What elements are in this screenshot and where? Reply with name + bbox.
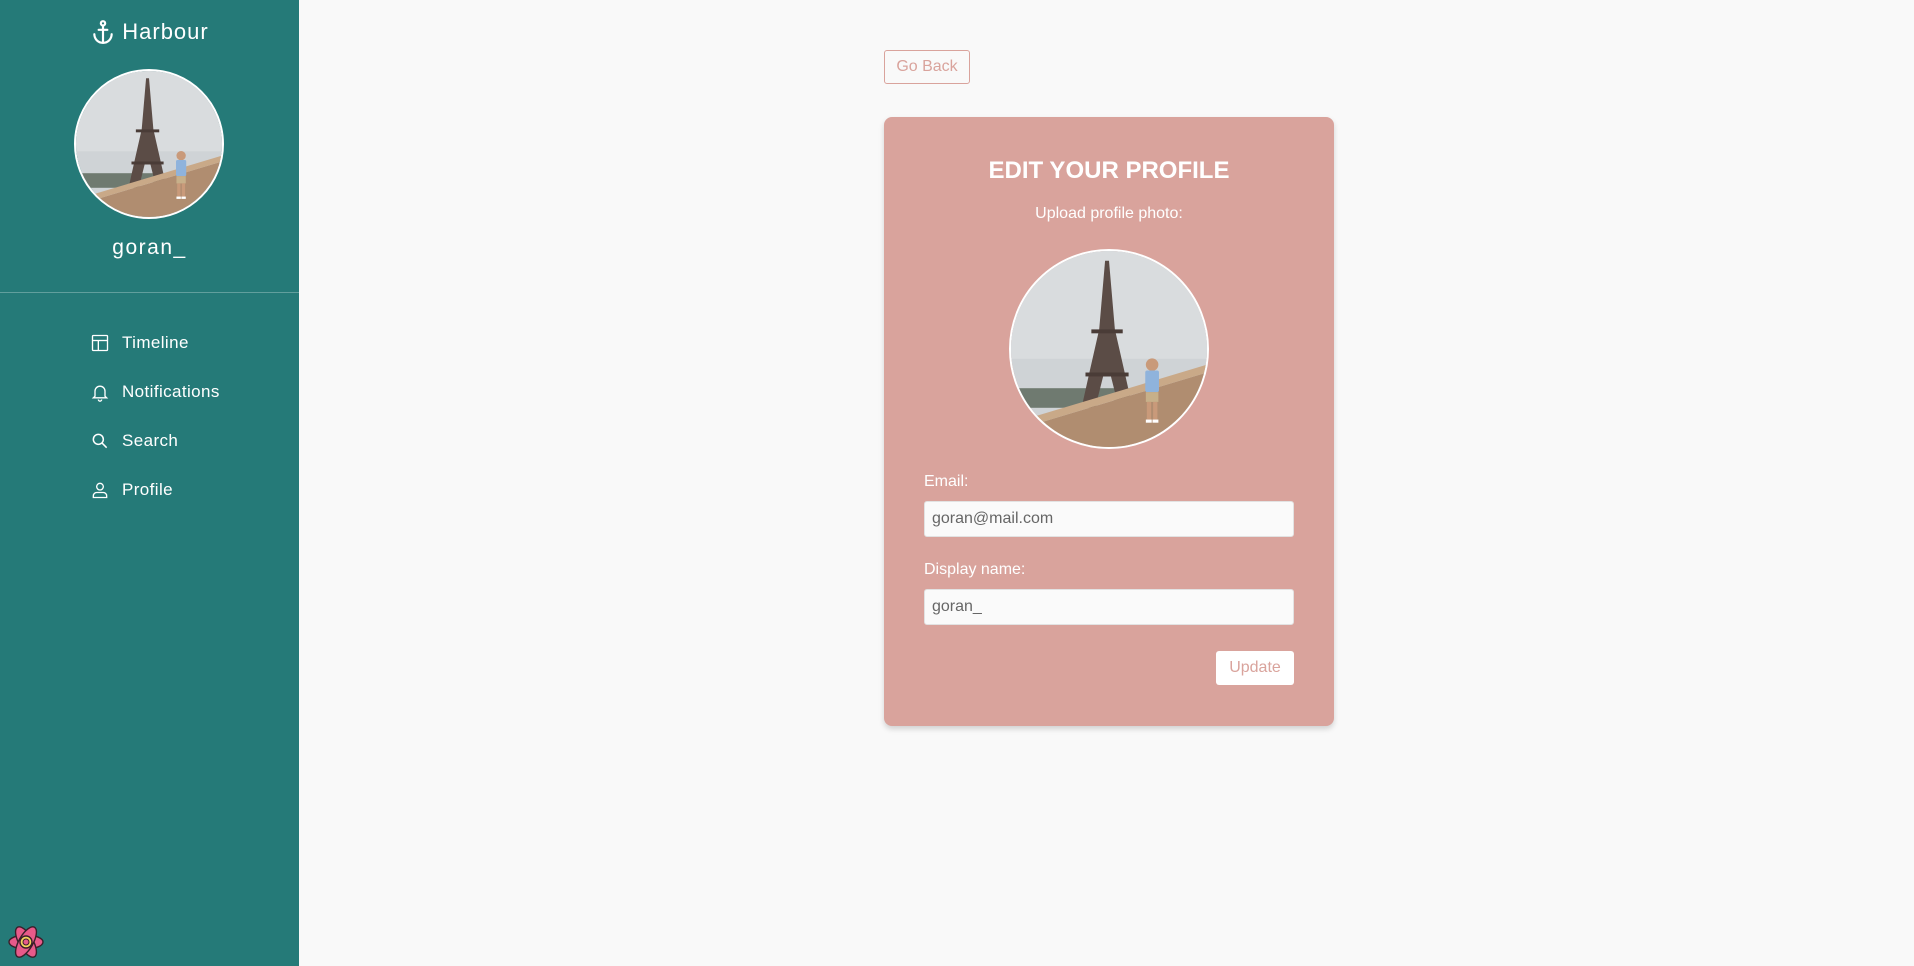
sidebar-divider <box>0 292 299 293</box>
anchor-icon <box>93 20 113 44</box>
display-name-label: Display name: <box>924 561 1026 578</box>
sidebar: Harbour goran_ Timeline Notifications Se… <box>0 0 299 966</box>
sidebar-avatar[interactable] <box>74 69 224 219</box>
sidebar-item-label: Search <box>122 430 179 450</box>
email-field[interactable] <box>924 501 1294 537</box>
layout-icon <box>91 334 109 351</box>
upload-photo-label: Upload profile photo: <box>1035 205 1183 222</box>
sidebar-item-label: Timeline <box>122 332 189 352</box>
main-content: Go Back EDIT YOUR PROFILE Upload profile… <box>299 0 1914 966</box>
app-name: Harbour <box>122 19 209 44</box>
sidebar-item-notifications[interactable]: Notifications <box>90 367 220 416</box>
sidebar-nav: Timeline Notifications Search Profile <box>90 318 220 514</box>
upload-photo-button[interactable] <box>1009 249 1209 449</box>
sidebar-username: goran_ <box>112 236 187 259</box>
user-icon <box>92 482 108 498</box>
sidebar-item-label: Notifications <box>122 381 220 401</box>
react-devtools-icon[interactable] <box>6 922 46 962</box>
sidebar-item-timeline[interactable]: Timeline <box>90 318 220 367</box>
search-icon <box>92 433 108 448</box>
go-back-button[interactable]: Go Back <box>884 50 970 84</box>
update-button[interactable]: Update <box>1216 651 1294 685</box>
sidebar-item-profile[interactable]: Profile <box>90 465 220 514</box>
profile-photo <box>76 71 222 217</box>
bell-icon <box>91 385 109 402</box>
display-name-field[interactable] <box>924 589 1294 625</box>
page-title: EDIT YOUR PROFILE <box>988 157 1230 184</box>
brand[interactable]: Harbour <box>0 18 299 46</box>
edit-profile-card: EDIT YOUR PROFILE Upload profile photo: … <box>884 117 1334 726</box>
sidebar-item-label: Profile <box>122 479 173 499</box>
email-label: Email: <box>924 473 969 490</box>
profile-photo-preview <box>1011 251 1207 447</box>
sidebar-item-search[interactable]: Search <box>90 416 220 465</box>
